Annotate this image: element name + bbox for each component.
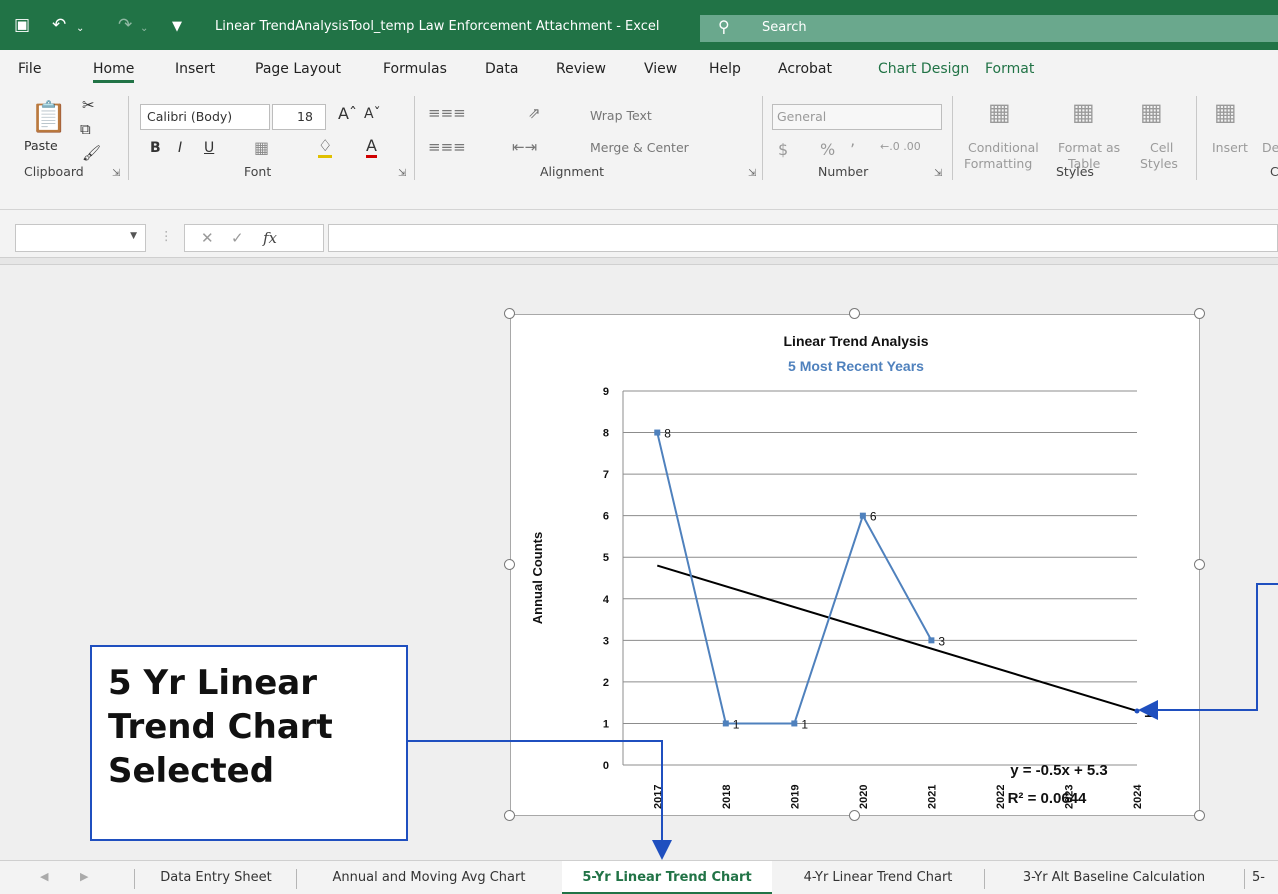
sheet-tab-annual-moving-avg[interactable]: Annual and Moving Avg Chart: [298, 861, 560, 894]
arrow-to-trend-endpoint: [1138, 583, 1278, 720]
sheet-tab-5yr-linear-trend[interactable]: 5-Yr Linear Trend Chart: [562, 861, 772, 894]
excel-window: ▣ ↶ ⌄ ↷ ⌄ ▼ Linear TrendAnalysisTool_tem…: [0, 0, 1278, 894]
divider: [296, 869, 297, 889]
divider: [1244, 869, 1245, 889]
scroll-tabs-right-icon[interactable]: ▶: [80, 870, 88, 883]
divider: [984, 869, 985, 889]
annotation-arrows: [408, 583, 1278, 860]
arrow-to-active-tab: [408, 740, 672, 860]
sheet-tab-data-entry[interactable]: Data Entry Sheet: [136, 861, 296, 894]
scroll-tabs-left-icon[interactable]: ◀: [40, 870, 48, 883]
sheet-tab-5yr-more[interactable]: 5-: [1252, 861, 1278, 894]
divider: [134, 869, 135, 889]
sheet-tab-4yr-linear-trend[interactable]: 4-Yr Linear Trend Chart: [774, 861, 982, 894]
sheet-tabs-bar: ◀ ▶ Data Entry Sheet Annual and Moving A…: [0, 860, 1278, 894]
sheet-tab-3yr-alt-baseline[interactable]: 3-Yr Alt Baseline Calculation: [986, 861, 1242, 894]
